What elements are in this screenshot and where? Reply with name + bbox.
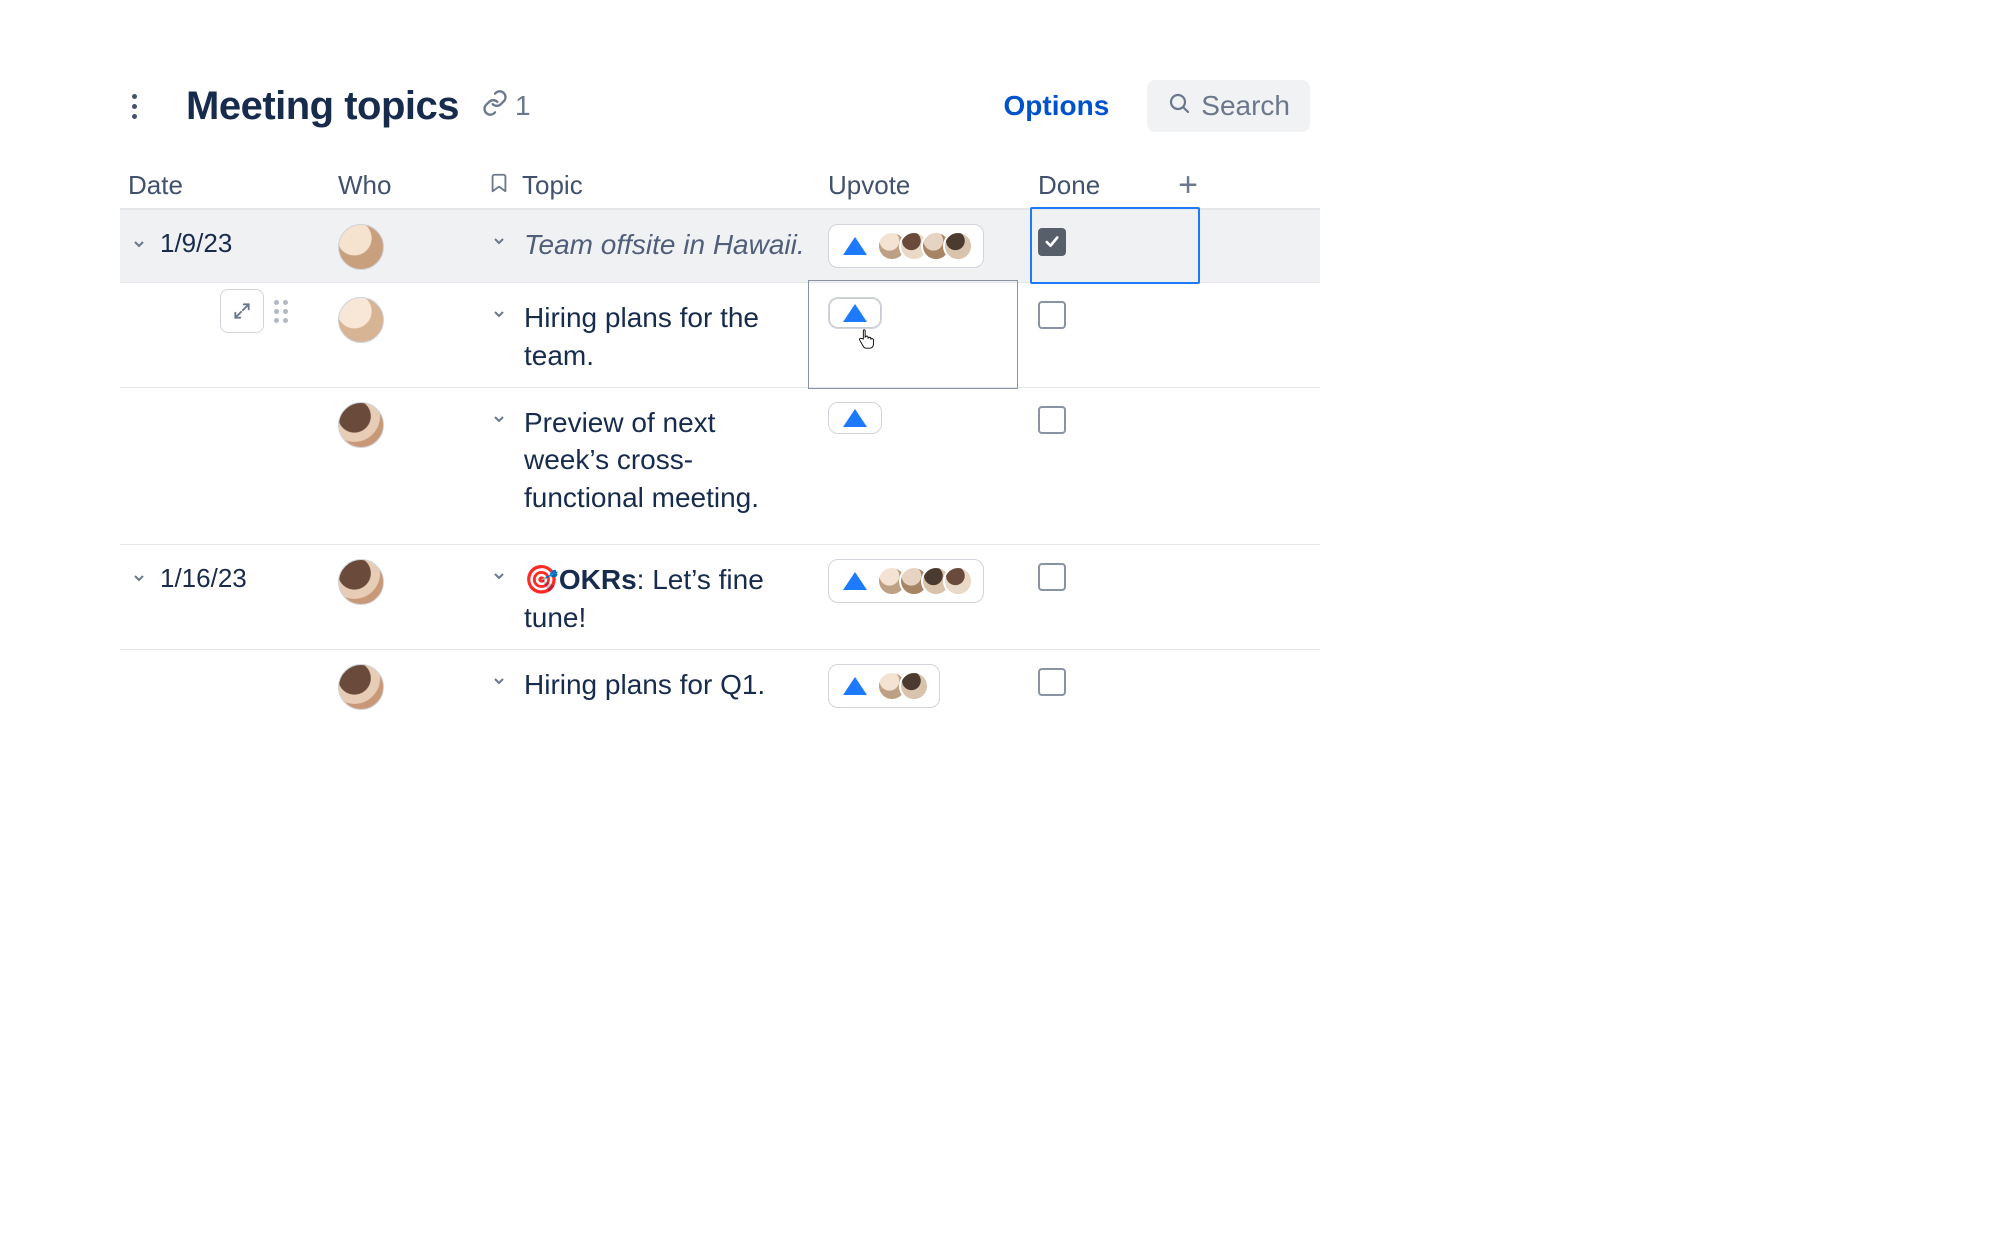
chevron-down-icon[interactable] [488,408,510,430]
upvote-icon [843,304,867,322]
voter-avatars [877,231,973,261]
chevron-down-icon[interactable] [488,230,510,252]
upvote-button[interactable] [828,664,940,708]
chevron-down-icon[interactable] [488,670,510,692]
group-date: 1/9/23 [160,228,232,259]
upvote-icon [843,572,867,590]
done-checkbox[interactable] [1038,406,1066,434]
search-icon [1167,90,1191,122]
col-done[interactable]: Done [1038,170,1138,201]
chevron-down-icon[interactable] [128,233,150,255]
chevron-down-icon[interactable] [488,303,510,325]
col-who[interactable]: Who [338,170,488,201]
done-checkbox[interactable] [1038,563,1066,591]
topic-text[interactable]: Hiring plans for the team. [524,295,808,375]
chevron-down-icon[interactable] [128,567,150,589]
col-upvote[interactable]: Upvote [828,170,1038,201]
search-label: Search [1201,90,1290,122]
topic-text[interactable]: Preview of next week’s cross-functional … [524,400,808,517]
backlink-count[interactable]: 1 [481,89,531,124]
avatar[interactable] [338,559,384,605]
upvote-button[interactable] [828,297,882,329]
add-column-button[interactable]: + [1178,168,1198,202]
table-row[interactable]: 1/16/23 🎯OKRs: Let’s fine tune! [120,544,1320,649]
upvote-button[interactable] [828,402,882,434]
upvote-button[interactable] [828,224,984,268]
topic-text[interactable]: 🎯OKRs: Let’s fine tune! [524,557,808,637]
topic-text[interactable]: Hiring plans for Q1. [524,662,765,704]
meeting-topics-card: Meeting topics 1 Options Search Date Who [120,80,1320,723]
group-date: 1/16/23 [160,563,247,594]
more-menu-button[interactable] [120,94,148,119]
upvote-icon [843,677,867,695]
avatar[interactable] [338,224,384,270]
card-header: Meeting topics 1 Options Search [120,80,1320,162]
expand-row-button[interactable] [220,289,264,333]
avatar[interactable] [338,297,384,343]
upvote-icon [843,409,867,427]
table-row[interactable]: 1/9/23 Team offsite in Hawaii. [120,209,1320,282]
table-row[interactable]: Preview of next week’s cross-functional … [120,387,1320,529]
date-group: 1/16/23 🎯OKRs: Let’s fine tune! [120,544,1320,723]
avatar[interactable] [338,402,384,448]
table-header: Date Who Topic Upvote Done + [120,162,1320,209]
date-group: 1/9/23 Team offsite in Hawaii. [120,209,1320,530]
upvote-icon [843,237,867,255]
search-input[interactable]: Search [1147,80,1310,132]
done-checkbox[interactable] [1038,228,1066,256]
col-date[interactable]: Date [128,170,338,201]
table-row[interactable]: Hiring plans for Q1. [120,649,1320,722]
done-checkbox[interactable] [1038,668,1066,696]
drag-handle[interactable] [274,300,288,323]
backlink-count-value: 1 [515,90,531,122]
done-checkbox[interactable] [1038,301,1066,329]
table-row[interactable]: Hiring plans for the team. [120,282,1320,387]
voter-avatars [877,671,929,701]
topic-text[interactable]: Team offsite in Hawaii. [524,222,805,264]
col-topic[interactable]: Topic [488,170,828,201]
link-icon [481,89,509,124]
avatar[interactable] [338,664,384,710]
card-title: Meeting topics [186,84,459,129]
voter-avatars [877,566,973,596]
upvote-button[interactable] [828,559,984,603]
chevron-down-icon[interactable] [488,565,510,587]
options-button[interactable]: Options [1004,90,1110,122]
bookmark-icon [488,170,510,201]
